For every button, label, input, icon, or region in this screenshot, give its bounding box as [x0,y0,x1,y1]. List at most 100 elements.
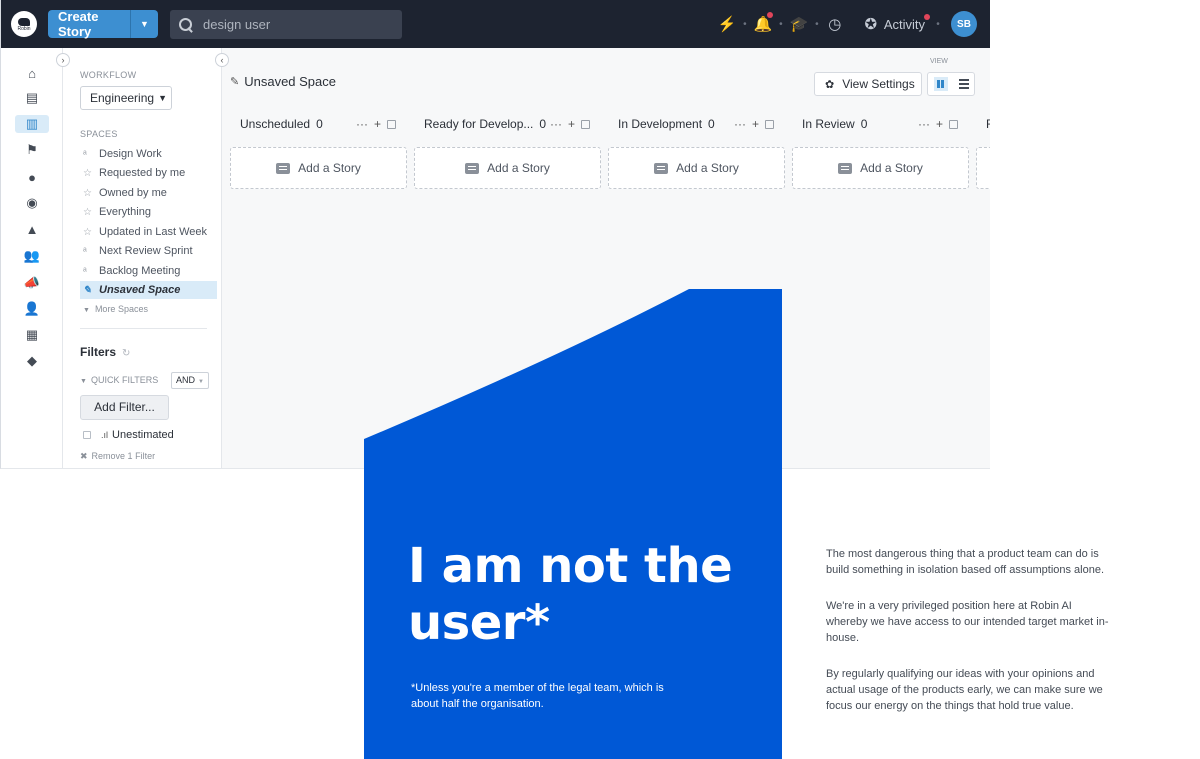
more-icon[interactable]: ··· [550,117,562,131]
create-story-button[interactable]: Create Story ▼ [48,9,158,39]
caret-down-icon: ▼ [80,378,87,385]
sidebar-divider [80,328,207,329]
star-icon: ☆ [83,167,92,179]
remove-filter-label: Remove 1 Filter [91,451,156,461]
plus-icon[interactable]: + [568,117,575,131]
bell-icon[interactable]: 🔔 [754,12,773,33]
column-tools: ··· + [734,116,775,132]
column-count: 0 [860,117,868,131]
space-item-next-review-sprint[interactable]: ᵃ Next Review Sprint [80,242,217,260]
quick-filters-toggle[interactable]: ▼ QUICK FILTERS [80,375,158,385]
activity-icon[interactable]: ✪ [862,15,880,33]
story-icon [838,162,853,174]
add-story-card[interactable]: Add a Story [414,147,601,189]
unestimated-filter[interactable]: .ıl Unestimated [83,429,174,441]
chart-icon[interactable]: ▦ [21,326,43,344]
flag-icon[interactable]: ⚑ [21,141,43,159]
expand-rail-icon[interactable]: › [56,53,70,67]
edit-icon: ✎ [83,284,92,296]
caret-down-icon: ▼ [83,307,90,314]
add-story-card[interactable]: Add a Story [792,147,969,189]
workflow-select[interactable]: Engineering ▼ [80,86,172,110]
edit-icon: ✎ [230,76,240,88]
column-header: In Development 0 [618,116,715,132]
kanban-icon[interactable]: ▥ [15,115,49,133]
more-icon[interactable]: ··· [918,117,930,131]
clock-icon[interactable]: ◷ [826,15,844,33]
space-item-updated-last-week[interactable]: ☆ Updated in Last Week [80,223,217,241]
filters-heading: Filters ↻ [80,345,130,359]
unestimated-label: Unestimated [112,429,174,441]
and-select[interactable]: AND ▼ [171,372,209,389]
space-item-unsaved-space[interactable]: ✎ Unsaved Space [80,281,217,299]
add-filter-button[interactable]: Add Filter... [80,395,169,420]
plus-icon[interactable]: + [936,117,943,131]
slide-headline: I am not the user* [408,538,733,651]
road-icon[interactable]: ▲ [21,220,43,238]
user-icon[interactable]: 👤 [21,300,43,318]
robin-logo[interactable]: Robin [11,11,37,37]
add-story-card[interactable] [976,147,990,189]
search-icon [179,17,193,32]
select-checkbox[interactable] [949,119,959,129]
search-input[interactable]: design user [170,10,402,39]
separator-dot: • [743,18,747,30]
lightning-icon[interactable]: ⚡ [718,15,737,33]
avatar[interactable]: SB [951,11,977,37]
megaphone-icon[interactable]: 📣 [21,274,43,292]
chevron-down-icon[interactable]: ▼ [131,19,158,29]
and-value: AND [176,375,196,385]
unestimated-checkbox[interactable] [83,431,91,439]
users-icon[interactable]: 👥 [21,247,43,265]
column-count: 0 [708,117,715,131]
body-paragraph: We're in a very privileged position here… [826,600,1109,644]
space-label: Unsaved Space [99,284,181,296]
space-item-requested-by-me[interactable]: ☆ Requested by me [80,164,217,182]
view-settings-button[interactable]: ✿ View Settings [814,72,922,96]
column-header: Ready for Develop... 0 [424,116,546,132]
space-title-text: Unsaved Space [244,74,336,89]
space-item-owned-by-me[interactable]: ☆ Owned by me [80,184,217,202]
workflow-label: WORKFLOW [80,70,137,80]
plus-icon[interactable]: + [752,117,759,131]
kanban-view-icon[interactable] [933,77,948,91]
page: Robin Create Story ▼ design user ⚡ • 🔔 •… [0,0,1200,759]
remove-filter-link[interactable]: ✖ Remove 1 Filter [80,451,155,462]
select-checkbox[interactable] [765,119,775,129]
space-item-backlog-meeting[interactable]: ᵃ Backlog Meeting [80,262,217,280]
target-icon[interactable]: ◉ [21,194,43,212]
add-story-card[interactable]: Add a Story [230,147,407,189]
separator-dot: • [936,18,940,30]
activity-badge [924,13,930,20]
space-item-everything[interactable]: ☆ Everything [80,203,217,221]
graduation-cap-icon[interactable]: 🎓 [790,15,809,33]
map-pin-icon[interactable]: ● [21,168,43,186]
column-name: Unscheduled [240,117,311,131]
caret-down-icon: ▼ [158,93,167,103]
refresh-icon[interactable]: ↻ [122,348,130,359]
select-checkbox[interactable] [387,119,397,129]
select-checkbox[interactable] [581,119,591,129]
top-navigation-bar: Robin Create Story ▼ design user ⚡ • 🔔 •… [1,0,990,48]
space-label: Everything [99,206,151,218]
more-icon[interactable]: ··· [734,117,746,131]
activity-link[interactable]: Activity [884,13,930,32]
more-spaces-link[interactable]: ▼ More Spaces [83,304,148,314]
sidebar: › WORKFLOW Engineering ▼ SPACES ᵃ Design … [56,48,222,468]
home-icon[interactable]: ⌂ [21,64,43,82]
star-icon: ☆ [83,187,92,199]
bar-chart-icon: .ıl [101,430,109,440]
collapse-sidebar-icon[interactable]: ‹ [215,53,229,67]
list-view-icon[interactable] [958,79,969,89]
more-icon[interactable]: ··· [356,117,368,131]
space-label: Design Work [99,148,162,160]
plus-icon[interactable]: + [374,117,381,131]
add-story-card[interactable]: Add a Story [608,147,785,189]
book-icon[interactable]: ▤ [21,89,43,107]
space-label: Owned by me [99,187,167,199]
more-spaces-label: More Spaces [94,304,148,314]
slide-footnote: *Unless you're a member of the legal tea… [411,682,664,710]
space-item-design-work[interactable]: ᵃ Design Work [80,145,217,163]
tag-icon[interactable]: ◆ [21,352,43,370]
view-label: VIEW [930,58,948,65]
